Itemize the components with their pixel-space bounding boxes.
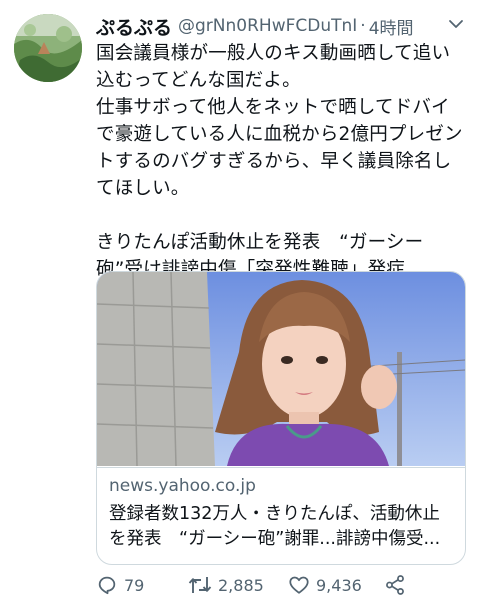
- timestamp[interactable]: 4時間: [369, 14, 414, 39]
- card-title: 登録者数132万人・きりたんぽ、活動休止 を発表 “ガーシー砲”謝罪...誹謗中…: [109, 504, 441, 549]
- display-name[interactable]: ぷるぷる: [96, 13, 172, 40]
- heart-icon: [288, 574, 310, 596]
- retweet-count: 2,885: [218, 575, 264, 595]
- card-info[interactable]: news.yahoo.co.jp 登録者数132万人・きりたんぽ、活動休止 を発…: [97, 467, 465, 564]
- retweet-button[interactable]: 2,885: [188, 571, 264, 599]
- reply-icon: [96, 574, 118, 596]
- tweet-actions: 79 2,885 9,436: [96, 571, 456, 599]
- tweet[interactable]: ぷるぷる @grNn0RHwFCDuTnI · 4時間 国会議員様が一般人のキス…: [0, 0, 480, 608]
- user-handle[interactable]: @grNn0RHwFCDuTnI: [178, 16, 357, 36]
- retweet-icon: [188, 574, 212, 596]
- avatar[interactable]: [14, 14, 82, 82]
- link-card[interactable]: news.yahoo.co.jp 登録者数132万人・きりたんぽ、活動休止 を発…: [96, 271, 466, 565]
- like-count: 9,436: [316, 575, 362, 595]
- reply-count: 79: [124, 575, 145, 595]
- tweet-text: 国会議員様が一般人のキス動画晒して追い 込むってどんな国だよ。 仕事サボって他人…: [96, 43, 463, 280]
- share-icon: [384, 574, 406, 596]
- tweet-header: ぷるぷる @grNn0RHwFCDuTnI · 4時間: [96, 12, 456, 40]
- more-icon[interactable]: [446, 14, 466, 34]
- like-button[interactable]: 9,436: [288, 571, 362, 599]
- card-image[interactable]: [97, 272, 465, 466]
- share-button[interactable]: [384, 571, 406, 599]
- separator-dot: ·: [360, 16, 366, 36]
- card-domain: news.yahoo.co.jp: [109, 476, 256, 496]
- reply-button[interactable]: 79: [96, 571, 144, 599]
